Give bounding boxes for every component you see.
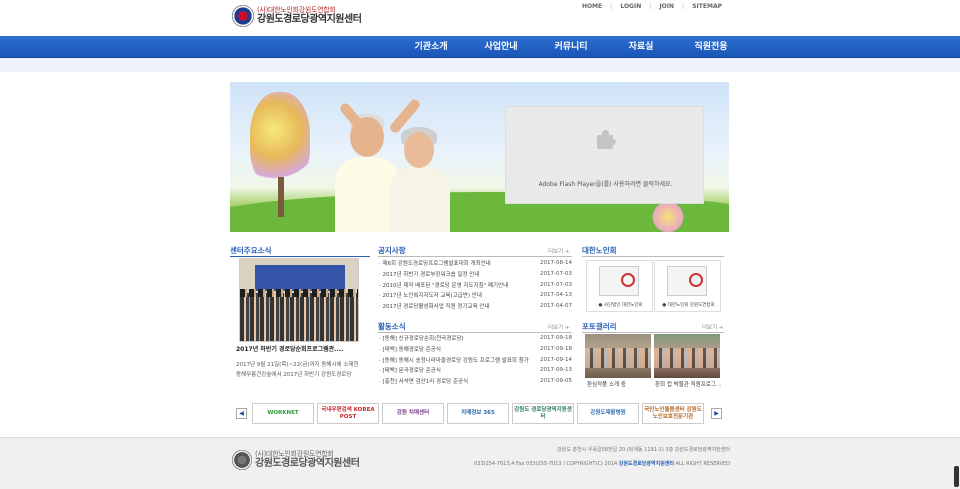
center-news-desc: 2017년 9월 21일(목)~22(금)까지 동해시에 소재한 동해무릉건강숲…	[236, 362, 359, 378]
list-item[interactable]: · 2017년 노인복지지도자 교육(고급반) 안내 2017-04-13	[379, 290, 572, 301]
home-link[interactable]: HOME	[574, 3, 610, 10]
elderly-woman-photo	[390, 127, 450, 232]
carousel-next-button[interactable]: ▶	[711, 408, 722, 419]
notices-title: 공지사항	[378, 246, 406, 255]
assoc-title: 대한노인회	[582, 246, 617, 255]
footer-logo: (사)대한노인회강원도연합회 강원도경로당광역지원센터	[232, 450, 360, 470]
list-item[interactable]: · [태백] 동해경로당 준공식 2017-09-18	[379, 344, 572, 355]
gallery-title: 포토갤러리	[582, 322, 617, 331]
partner-worknet[interactable]: WORKNET	[252, 403, 314, 424]
list-item[interactable]: · 2017년 하반기 경로부장워크숍 일정 안내 2017-07-03	[379, 269, 572, 280]
utility-nav: HOME | LOGIN | JOIN | SITEMAP	[574, 3, 730, 10]
gallery-photo-1[interactable]	[585, 334, 651, 378]
activities-more-link[interactable]: 더보기 +	[548, 323, 570, 331]
flash-message: Adobe Flash Player을(를) 사용하려면 클릭하세요.	[538, 181, 673, 188]
nav-about[interactable]: 기관소개	[396, 36, 466, 58]
list-item[interactable]: · [홍천] 서석면 검산1리 경로당 준공식 2017-09-05	[379, 376, 572, 387]
emblem-icon	[232, 5, 254, 27]
partner-elder-protection[interactable]: 국민노인돌봄센터 강원도노인보호전문기관	[642, 403, 704, 424]
hero-banner: Adobe Flash Player을(를) 사용하려면 클릭하세요.	[230, 82, 729, 232]
page: (사)대한노인회강원도연합회 강원도경로당광역지원센터 HOME | LOGIN…	[0, 0, 960, 489]
scrollbar-thumb[interactable]	[954, 466, 959, 487]
site-logo[interactable]: (사)대한노인회강원도연합회 강원도경로당광역지원센터	[232, 5, 362, 27]
center-news-caption[interactable]: 2017년 하반기 경로당순회프로그램관....	[236, 344, 343, 353]
magnifier-icon	[689, 273, 703, 287]
footer-site-name: 강원도경로당광역지원센터	[255, 458, 360, 469]
notices-list: · 제6회 강원도경로당프로그램발표대회 개최안내 2017-08-14 · 20…	[379, 258, 572, 311]
list-item[interactable]: · 제6회 강원도경로당프로그램발표대회 개최안내 2017-08-14	[379, 258, 572, 269]
emblem-icon	[232, 450, 252, 470]
list-item[interactable]: · [동해] 동해시 송정나라마을경로당 강원도 프로그램 발표회 참가 2017…	[379, 354, 572, 365]
gallery-photo-2[interactable]	[654, 334, 720, 378]
gallery-caption-2[interactable]: 환희 컵 박물관 직원프로그...	[655, 380, 721, 388]
footer-copyright: 033)254-7013,4 Fax 033)255-7013 / COPYRI…	[474, 461, 730, 467]
flower-tree-illustration	[250, 92, 310, 187]
plugin-puzzle-icon	[594, 129, 616, 151]
footer-org-line: (사)대한노인회강원도연합회	[255, 450, 334, 458]
list-item[interactable]: · 2017년 경로당활성화사업 직원 정기교육 안내 2017-04-07	[379, 301, 572, 312]
assoc-gangwon-link[interactable]: ● 대한노인회 강원도연합회	[654, 260, 721, 312]
list-item[interactable]: · [동해] 신규경로당순회(천곡경로당) 2017-09-18	[379, 333, 572, 344]
login-link[interactable]: LOGIN	[612, 3, 649, 10]
notices-more-link[interactable]: 더보기 +	[548, 247, 570, 255]
partner-dementia-365[interactable]: 치매정보 365	[447, 403, 509, 424]
flash-placeholder[interactable]: Adobe Flash Player을(를) 사용하려면 클릭하세요.	[505, 106, 704, 204]
center-news-title: 센터주요소식	[230, 246, 272, 255]
partner-rehab-hospital[interactable]: 강원도재활병원	[577, 403, 639, 424]
list-item[interactable]: · 2010년 제작 배포된 "경로당 운영 지도지침" 폐기안내 2017-07…	[379, 279, 572, 290]
gallery-more-link[interactable]: 더보기 +	[702, 323, 724, 331]
carousel-prev-button[interactable]: ◀	[236, 408, 247, 419]
nav-community[interactable]: 커뮤니티	[536, 36, 606, 58]
nav-library[interactable]: 자료실	[606, 36, 676, 58]
footer-address: 강원도 춘천시 우묵길58번길 20 (퇴계동 1191-1) 3층 강원도경로…	[557, 447, 730, 453]
activities-title: 활동소식	[378, 322, 406, 331]
sub-nav-bar	[0, 58, 960, 72]
nav-staff[interactable]: 직원전용	[676, 36, 746, 58]
nav-business[interactable]: 사업안내	[466, 36, 536, 58]
partner-banner-carousel: ◀ WORKNET 국내우편검색 KOREA POST 강원 치매센터 치매정보…	[234, 403, 724, 424]
partner-koreapost[interactable]: 국내우편검색 KOREA POST	[317, 403, 379, 424]
logo-site-name: 강원도경로당광역지원센터	[257, 14, 362, 25]
magnifier-icon	[621, 273, 635, 287]
activities-list: · [동해] 신규경로당순회(천곡경로당) 2017-09-18 · [태백] 동…	[379, 333, 572, 386]
main-nav-bar: 기관소개 사업안내 커뮤니티 자료실 직원전용	[0, 36, 960, 58]
center-news-photo[interactable]	[239, 258, 359, 342]
list-item[interactable]: · [태백] 문곡경로당 준공식 2017-09-13	[379, 365, 572, 376]
gallery-caption-1[interactable]: 환심작품 소개 중	[587, 380, 626, 388]
partner-senior-center[interactable]: 강원도 경로당광역지원센터	[512, 403, 574, 424]
logo-org-line: (사)대한노인회강원도연합회	[257, 6, 336, 14]
partner-dementia-center[interactable]: 강원 치매센터	[382, 403, 444, 424]
join-link[interactable]: JOIN	[651, 3, 682, 10]
sitemap-link[interactable]: SITEMAP	[684, 3, 730, 10]
assoc-national-link[interactable]: ● 사단법인 대한노인회	[586, 260, 653, 312]
